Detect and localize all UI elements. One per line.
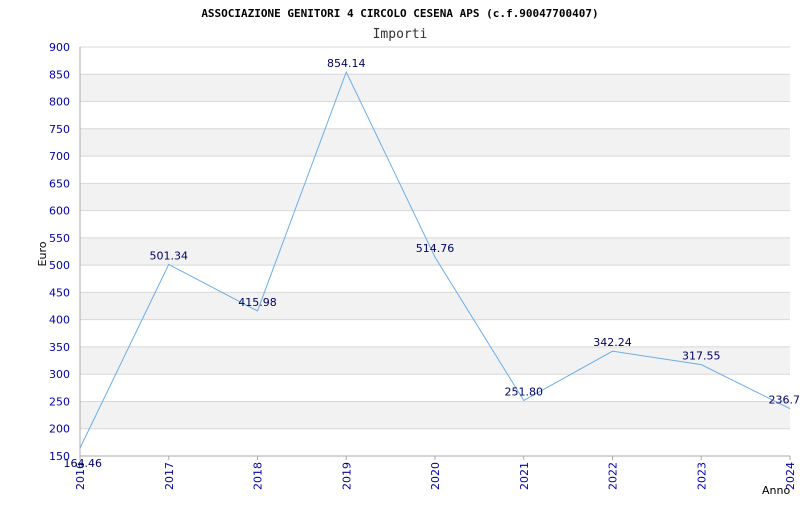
chart-subtitle: Importi bbox=[373, 27, 428, 42]
y-tick-label: 750 bbox=[49, 123, 70, 136]
grid-band bbox=[80, 183, 790, 210]
data-label: 342.24 bbox=[593, 336, 632, 349]
line-chart: 1502002503003504004505005506006507007508… bbox=[0, 0, 800, 500]
y-tick-label: 800 bbox=[49, 96, 70, 109]
data-label: 854.14 bbox=[327, 57, 366, 70]
x-tick-label: 2019 bbox=[340, 462, 353, 490]
y-tick-label: 400 bbox=[49, 314, 70, 327]
x-tick-label: 2023 bbox=[695, 462, 708, 490]
chart-title: ASSOCIAZIONE GENITORI 4 CIRCOLO CESENA A… bbox=[201, 7, 598, 20]
data-label: 236.7 bbox=[769, 394, 800, 407]
y-tick-label: 700 bbox=[49, 150, 70, 163]
x-axis-title: Anno bbox=[762, 484, 790, 497]
data-label: 501.34 bbox=[150, 249, 189, 262]
data-label: 164.46 bbox=[64, 457, 103, 470]
data-label: 514.76 bbox=[416, 242, 455, 255]
y-tick-label: 350 bbox=[49, 341, 70, 354]
y-tick-label: 450 bbox=[49, 286, 70, 299]
y-tick-label: 550 bbox=[49, 232, 70, 245]
data-label: 415.98 bbox=[238, 296, 277, 309]
data-label: 317.55 bbox=[682, 350, 721, 363]
grid-band bbox=[80, 401, 790, 428]
data-label: 251.80 bbox=[505, 385, 544, 398]
chart-container: 1502002503003504004505005506006507007508… bbox=[0, 0, 800, 500]
grid-band bbox=[80, 129, 790, 156]
y-tick-label: 850 bbox=[49, 68, 70, 81]
y-tick-label: 300 bbox=[49, 368, 70, 381]
x-tick-labels: 201620172018201920202021202220232024 bbox=[74, 462, 797, 490]
y-tick-labels: 1502002503003504004505005506006507007508… bbox=[49, 41, 70, 463]
x-tick-label: 2018 bbox=[252, 462, 265, 490]
y-tick-label: 650 bbox=[49, 177, 70, 190]
x-tick-label: 2020 bbox=[429, 462, 442, 490]
y-axis-title: Euro bbox=[36, 241, 49, 266]
grid-band bbox=[80, 292, 790, 319]
x-tick-label: 2021 bbox=[518, 462, 531, 490]
x-tick-label: 2017 bbox=[163, 462, 176, 490]
grid-band bbox=[80, 74, 790, 101]
y-tick-label: 900 bbox=[49, 41, 70, 54]
y-tick-label: 250 bbox=[49, 395, 70, 408]
x-tick-label: 2022 bbox=[607, 462, 620, 490]
y-tick-label: 500 bbox=[49, 259, 70, 272]
y-tick-label: 600 bbox=[49, 205, 70, 218]
y-tick-label: 200 bbox=[49, 423, 70, 436]
